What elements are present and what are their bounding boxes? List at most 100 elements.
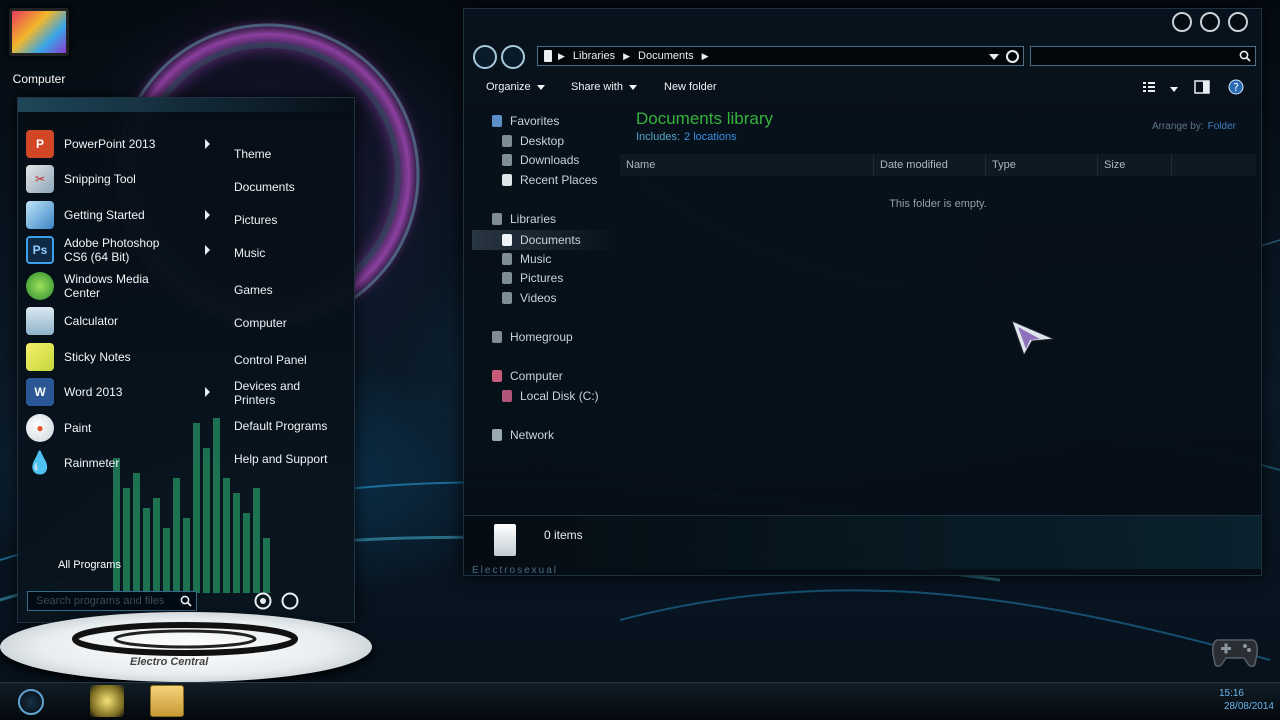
- switch-user-icon[interactable]: [253, 591, 273, 611]
- right-item-devices-printers[interactable]: Devices and Printers: [234, 379, 314, 407]
- organize-button[interactable]: Organize: [486, 81, 545, 93]
- right-item-theme[interactable]: Theme: [234, 147, 271, 161]
- search-icon[interactable]: [180, 595, 192, 607]
- pinned-item-powerpoint[interactable]: P PowerPoint 2013: [26, 126, 222, 162]
- pinned-item-label: Calculator: [64, 314, 119, 329]
- view-options-icon[interactable]: [1142, 80, 1156, 94]
- right-item-pictures[interactable]: Pictures: [234, 213, 277, 227]
- search-icon[interactable]: [1239, 50, 1251, 62]
- help-icon[interactable]: ?: [1228, 79, 1244, 95]
- nav-music[interactable]: Music: [502, 252, 551, 266]
- nav-local-disk[interactable]: Local Disk (C:): [502, 389, 599, 403]
- clock-time[interactable]: 15:16: [1219, 688, 1244, 699]
- includes-label: Includes:: [636, 131, 681, 143]
- submenu-arrow-icon[interactable]: [205, 209, 210, 220]
- nav-favorites[interactable]: Favorites: [492, 114, 559, 128]
- recent-places-icon: [502, 174, 512, 186]
- submenu-arrow-icon[interactable]: [205, 138, 210, 149]
- organize-label: Organize: [486, 81, 531, 93]
- back-button[interactable]: [473, 45, 497, 69]
- start-menu-title-strip: [18, 98, 356, 112]
- nav-videos[interactable]: Videos: [502, 291, 556, 305]
- brand-logo-text: Electro Central: [130, 656, 209, 668]
- right-item-default-programs[interactable]: Default Programs: [234, 419, 327, 433]
- refresh-icon[interactable]: [1006, 50, 1019, 63]
- minimize-button[interactable]: [1172, 12, 1192, 32]
- right-item-computer[interactable]: Computer: [234, 316, 287, 330]
- nav-homegroup[interactable]: Homegroup: [492, 330, 573, 344]
- nav-network[interactable]: Network: [492, 428, 554, 442]
- desktop-icon-label: Computer: [12, 72, 66, 86]
- nav-recent-places[interactable]: Recent Places: [502, 173, 597, 187]
- locations-link[interactable]: 2 locations: [684, 131, 737, 143]
- all-programs-link[interactable]: All Programs: [58, 559, 121, 571]
- breadcrumb-separator-icon[interactable]: ▶: [558, 51, 565, 62]
- svg-text:?: ?: [1233, 81, 1239, 94]
- column-header-date-modified[interactable]: Date modified: [874, 154, 986, 176]
- breadcrumb-libraries[interactable]: Libraries: [573, 50, 615, 62]
- pinned-item-label: PowerPoint 2013: [64, 136, 156, 151]
- nav-desktop[interactable]: Desktop: [502, 134, 564, 148]
- preview-pane-icon[interactable]: [1194, 80, 1210, 94]
- clock-date[interactable]: 28/08/2014: [1224, 701, 1274, 712]
- chevron-down-icon: [628, 84, 637, 90]
- pinned-item-paint[interactable]: ● Paint: [26, 410, 222, 446]
- arrange-by-dropdown[interactable]: Folder: [1208, 121, 1236, 132]
- column-header-name[interactable]: Name: [620, 154, 874, 176]
- details-pane: 0 items: [464, 515, 1261, 569]
- share-with-button[interactable]: Share with: [571, 81, 637, 93]
- pinned-item-word[interactable]: W Word 2013: [26, 375, 222, 411]
- desktop-icon: [502, 135, 512, 147]
- file-explorer-icon[interactable]: [150, 685, 184, 717]
- address-dropdown-icon[interactable]: [989, 54, 999, 60]
- start-button[interactable]: [18, 689, 44, 715]
- right-item-games[interactable]: Games: [234, 283, 273, 297]
- shutdown-icon[interactable]: [280, 591, 300, 611]
- new-folder-button[interactable]: New folder: [664, 81, 717, 93]
- search-placeholder: Search programs and files: [36, 595, 165, 607]
- nav-libraries[interactable]: Libraries: [492, 212, 556, 226]
- pinned-item-sticky-notes[interactable]: Sticky Notes: [26, 339, 222, 375]
- nav-label: Libraries: [510, 212, 557, 226]
- maximize-button[interactable]: [1200, 12, 1220, 32]
- chevron-down-icon[interactable]: [1170, 87, 1178, 92]
- column-header-size[interactable]: Size: [1098, 154, 1172, 176]
- nav-downloads[interactable]: Downloads: [502, 153, 579, 167]
- breadcrumb-separator-icon[interactable]: ▶: [702, 51, 709, 62]
- nav-documents[interactable]: Documents: [472, 230, 618, 250]
- pinned-item-calculator[interactable]: Calculator: [26, 304, 222, 340]
- right-item-help-support[interactable]: Help and Support: [234, 452, 327, 466]
- submenu-arrow-icon[interactable]: [205, 387, 210, 398]
- nav-label: Desktop: [520, 134, 565, 148]
- paint-palette-icon: ●: [26, 413, 54, 442]
- pinned-item-label: Rainmeter: [64, 456, 120, 471]
- breadcrumb-separator-icon[interactable]: ▶: [623, 51, 630, 62]
- start-search-input[interactable]: Search programs and files: [27, 591, 197, 611]
- nav-label: Recent Places: [520, 173, 598, 187]
- right-item-documents[interactable]: Documents: [234, 180, 295, 194]
- close-button[interactable]: [1228, 12, 1248, 32]
- word-icon: W: [26, 378, 54, 407]
- gamepad-icon[interactable]: [1212, 634, 1258, 668]
- sticky-notes-icon: [26, 342, 54, 371]
- nav-computer[interactable]: Computer: [492, 369, 563, 383]
- pinned-item-label: Getting Started: [64, 207, 145, 222]
- breadcrumb-documents[interactable]: Documents: [638, 50, 694, 62]
- right-item-music[interactable]: Music: [234, 246, 265, 260]
- address-bar[interactable]: ▶ Libraries ▶ Documents ▶: [537, 46, 1024, 66]
- nav-pictures[interactable]: Pictures: [502, 271, 563, 285]
- pinned-item-getting-started[interactable]: Getting Started: [26, 197, 222, 233]
- submenu-arrow-icon[interactable]: [205, 245, 210, 256]
- right-item-control-panel[interactable]: Control Panel: [234, 353, 307, 367]
- column-header-type[interactable]: Type: [986, 154, 1098, 176]
- pinned-item-label: Word 2013: [64, 385, 123, 400]
- theme-watermark: Electrosexual: [472, 565, 559, 576]
- forward-button[interactable]: [501, 45, 525, 69]
- pinned-item-photoshop[interactable]: Ps Adobe Photoshop CS6 (64 Bit): [26, 233, 222, 269]
- desktop-icon-computer[interactable]: Computer: [8, 8, 70, 86]
- pinned-item-rainmeter[interactable]: 💧 Rainmeter: [26, 446, 222, 482]
- pinned-item-snipping-tool[interactable]: ✂ Snipping Tool: [26, 162, 222, 198]
- pinned-item-media-center[interactable]: Windows Media Center: [26, 268, 222, 304]
- taskbar-app-x-icon[interactable]: [90, 685, 124, 717]
- explorer-search-input[interactable]: [1030, 46, 1256, 66]
